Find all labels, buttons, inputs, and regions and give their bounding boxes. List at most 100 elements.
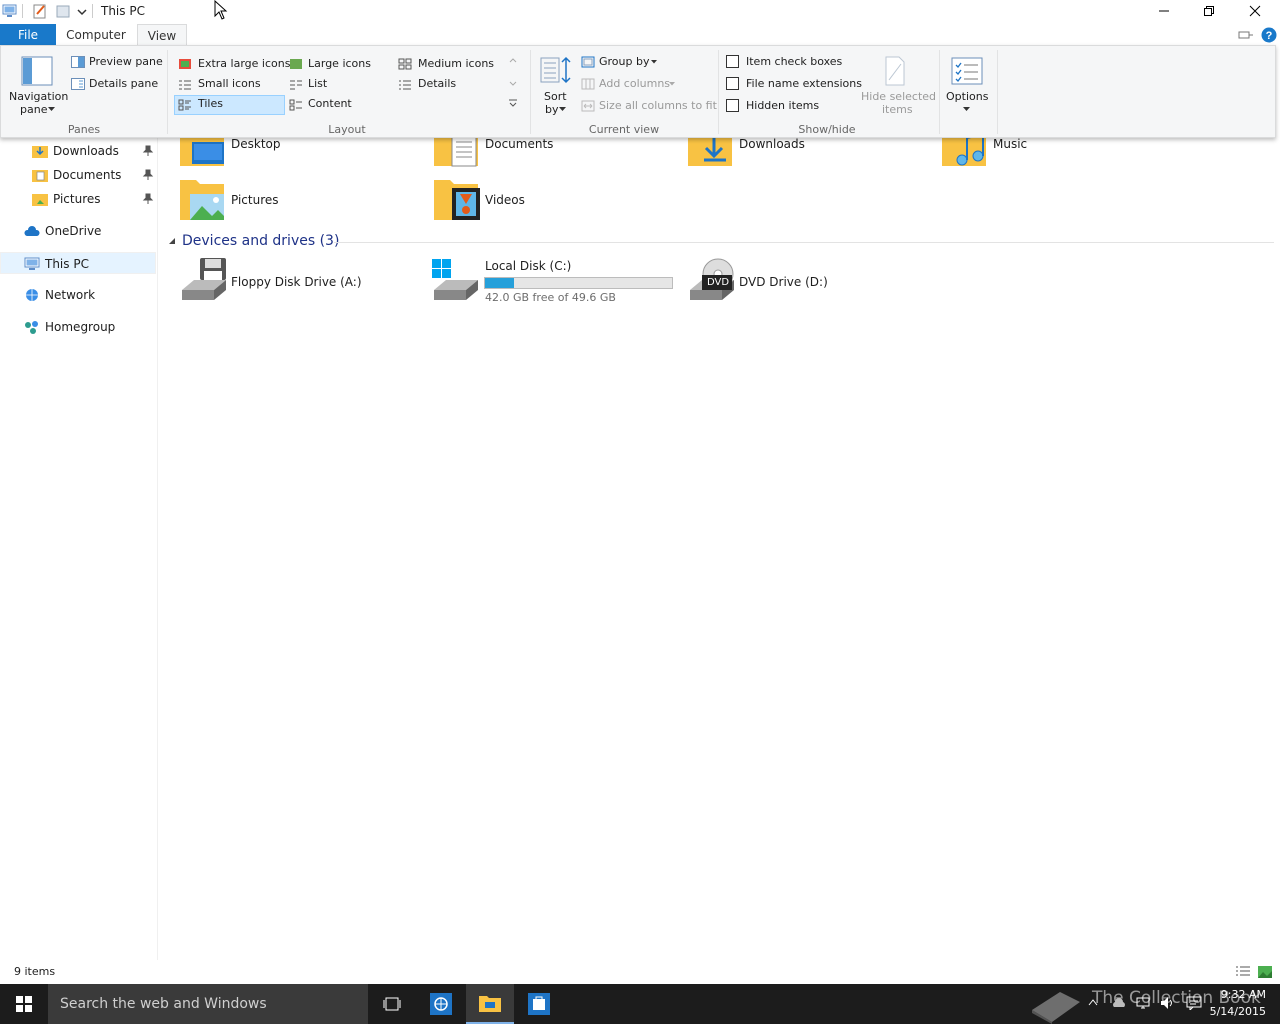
drive-tile-dvd[interactable]: DVD DVD Drive (D:) [686,256,926,306]
drive-tile-floppy[interactable]: Floppy Disk Drive (A:) [178,256,418,306]
size-columns-icon [581,100,595,112]
hide-selected-items-button[interactable]: Hide selected items [859,52,936,116]
navigation-pane: Downloads Documents Pictures OneDrive Th… [0,138,158,960]
item-check-boxes-label[interactable]: Item check boxes [746,55,842,68]
sidebar-item-documents[interactable]: Documents [0,164,158,186]
taskbar-search-box[interactable]: Search the web and Windows [48,984,368,1024]
taskbar-app-store[interactable] [515,984,563,1024]
ribbon-panel: Navigation pane Preview pane Details pan… [0,45,1276,138]
drive-label: DVD Drive (D:) [739,275,828,289]
sidebar-item-network[interactable]: Network [0,284,158,306]
preview-pane-button[interactable]: Preview pane [89,55,163,68]
devices-section-title: Devices and drives (3) [182,233,340,249]
file-name-extensions-checkbox[interactable] [726,77,739,90]
sort-by-button[interactable]: Sort by [537,52,575,116]
details-icon [399,80,411,90]
sidebar-item-label: Documents [53,168,122,182]
folder-label: Desktop [231,137,281,151]
sidebar-item-downloads[interactable]: Downloads [0,140,158,162]
sidebar-item-onedrive[interactable]: OneDrive [0,220,158,242]
clock-time[interactable]: 9:32 AM [1204,988,1266,1001]
taskbar-app-file-explorer[interactable] [466,984,514,1024]
chevron-down-icon [48,107,55,111]
details-view-icon[interactable] [1235,965,1251,979]
tab-file[interactable]: File [0,24,56,46]
properties-icon[interactable] [32,3,48,19]
chevron-down-icon [651,60,657,64]
pin-icon[interactable] [142,169,154,181]
layout-scrollbar[interactable] [506,52,520,114]
layout-small-icons[interactable]: Small icons [198,77,261,90]
show-hide-group-label: Show/hide [798,123,856,136]
chevron-down-icon [963,107,970,111]
restore-button[interactable] [1186,0,1232,22]
add-columns-button[interactable]: Add columns [599,77,670,90]
layout-tiles[interactable]: Tiles [198,97,223,110]
minimize-button[interactable] [1141,0,1187,22]
homegroup-icon [25,321,38,334]
help-icon[interactable]: ? [1261,27,1277,43]
size-all-columns-button[interactable]: Size all columns to fit [599,99,717,112]
taskbar-app-browser[interactable] [417,984,465,1024]
panes-group-label: Panes [67,123,101,136]
details-pane-button[interactable]: Details pane [89,77,158,90]
sidebar-item-label: Downloads [53,144,119,158]
volume-icon[interactable] [1160,996,1176,1010]
section-divider [334,242,1274,243]
collapse-arrow-icon[interactable] [168,237,176,245]
hidden-items-checkbox[interactable] [726,99,739,112]
layout-extra-large-icons[interactable]: Extra large icons [198,57,290,70]
show-hidden-icons-chevron-up-icon[interactable] [1088,998,1098,1006]
action-center-icon[interactable] [1186,996,1202,1010]
task-view-button[interactable] [368,984,416,1024]
this-pc-icon[interactable] [2,3,18,19]
start-button[interactable] [0,984,48,1024]
tab-view[interactable]: View [137,24,187,46]
browser-icon [430,993,452,1015]
options-label: Options [946,90,989,103]
folder-tile-pictures[interactable]: Pictures [178,176,418,226]
downloads-folder-icon [32,146,48,158]
drive-usage-fill [485,278,514,288]
windows-logo-icon [16,996,32,1012]
layout-content[interactable]: Content [308,97,352,110]
minimize-ribbon-icon[interactable] [1238,29,1254,41]
chevron-down-icon [559,107,566,111]
layout-list[interactable]: List [308,77,327,90]
options-button[interactable]: Options [943,52,993,116]
local-disk-icon [432,259,478,300]
sidebar-item-label: This PC [45,257,89,271]
add-columns-icon [581,78,595,90]
folder-tile-videos[interactable]: Videos [432,176,672,226]
new-folder-icon[interactable] [55,3,71,19]
close-button[interactable] [1232,0,1278,22]
sidebar-item-homegroup[interactable]: Homegroup [0,316,158,338]
small-icons-icon [179,80,191,90]
layout-large-icons[interactable]: Large icons [308,57,371,70]
extra-large-icons-icon [179,59,191,69]
layout-details[interactable]: Details [418,77,456,90]
layout-group-label: Layout [328,123,366,136]
mouse-cursor-icon [214,0,228,20]
onedrive-tray-icon[interactable] [1112,996,1126,1010]
item-check-boxes-checkbox[interactable] [726,55,739,68]
large-icons-icon [290,59,302,69]
clock-date[interactable]: 5/14/2015 [1204,1005,1266,1018]
hide-selected-label: Hide selected [861,90,937,103]
sidebar-item-pictures[interactable]: Pictures [0,188,158,210]
navigation-pane-button[interactable]: Navigation pane [7,52,68,116]
layout-medium-icons[interactable]: Medium icons [418,57,494,70]
sidebar-item-this-pc[interactable]: This PC [0,252,156,274]
file-name-extensions-label[interactable]: File name extensions [746,77,862,90]
pin-icon[interactable] [142,145,154,157]
large-icons-view-icon[interactable] [1257,965,1273,979]
hidden-items-label[interactable]: Hidden items [746,99,819,112]
qa-divider [22,4,23,18]
pin-icon[interactable] [142,193,154,205]
network-tray-icon[interactable] [1136,996,1152,1010]
group-by-button[interactable]: Group by [599,55,649,68]
tab-computer[interactable]: Computer [58,24,134,46]
videos-folder-icon [434,180,480,220]
chevron-down-icon[interactable] [74,3,90,19]
devices-section-header[interactable]: Devices and drives (3) [166,232,1276,252]
